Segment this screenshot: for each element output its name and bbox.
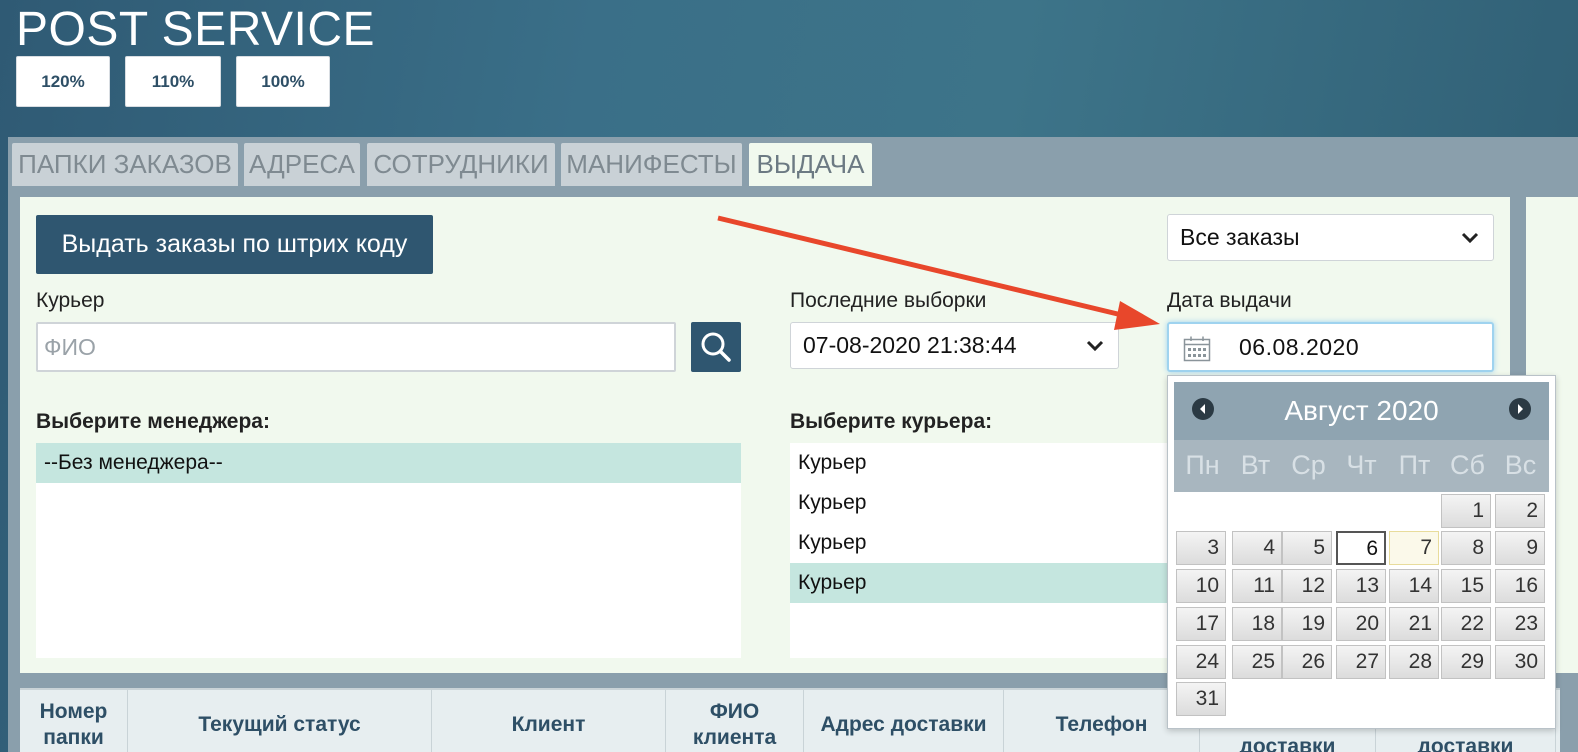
orders-filter-value: Все заказы — [1180, 224, 1300, 250]
arrow-right-icon — [1518, 404, 1523, 414]
calendar-day[interactable]: 23 — [1495, 607, 1545, 641]
search-button[interactable] — [691, 322, 741, 372]
courier-option[interactable]: Курьер — [790, 443, 1180, 483]
calendar-day[interactable]: 1 — [1441, 494, 1491, 528]
tab-employees[interactable]: СОТРУДНИКИ — [367, 143, 555, 186]
datepicker-popup: Август 2020 Пн Вт Ср Чт Пт Сб Вс 1234567… — [1167, 375, 1556, 729]
calendar-day[interactable]: 13 — [1336, 569, 1386, 603]
zoom-100-button[interactable]: 100% — [236, 56, 330, 107]
issue-by-barcode-button[interactable]: Выдать заказы по штрих коду — [36, 215, 433, 274]
tab-order-folders[interactable]: ПАПКИ ЗАКАЗОВ — [12, 143, 238, 186]
weekday-label: Пт — [1398, 450, 1431, 480]
calendar-day[interactable]: 14 — [1389, 569, 1439, 603]
courier-listbox[interactable]: Курьер Курьер Курьер Курьер — [790, 443, 1180, 658]
calendar-day[interactable]: 20 — [1336, 607, 1386, 641]
courier-option-selected[interactable]: Курьер — [790, 563, 1180, 603]
weekday-label: Пн — [1185, 450, 1220, 480]
calendar-day[interactable]: 5 — [1282, 531, 1332, 565]
calendar-day[interactable]: 19 — [1282, 607, 1332, 641]
calendar-day[interactable]: 12 — [1282, 569, 1332, 603]
calendar-day-selected[interactable]: 6 — [1336, 531, 1386, 565]
column-header-client-name[interactable]: ФИО клиента — [666, 690, 804, 752]
calendar-day[interactable]: 9 — [1495, 531, 1545, 565]
calendar-day[interactable]: 16 — [1495, 569, 1545, 603]
calendar-day[interactable]: 15 — [1441, 569, 1491, 603]
tab-manifests[interactable]: МАНИФЕСТЫ — [561, 143, 742, 186]
app-title: POST SERVICE — [16, 3, 376, 56]
calendar-header: Август 2020 — [1174, 382, 1549, 440]
last-selections-value: 07-08-2020 21:38:44 — [803, 332, 1017, 358]
orders-filter-select[interactable]: Все заказы — [1167, 214, 1494, 261]
calendar-month-title: Август 2020 — [1284, 395, 1439, 426]
calendar-day[interactable]: 4 — [1232, 531, 1282, 565]
calendar-weekdays: Пн Вт Ср Чт Пт Сб Вс — [1174, 440, 1549, 492]
manager-list-label: Выберите менеджера: — [36, 410, 270, 433]
zoom-120-button[interactable]: 120% — [16, 56, 110, 107]
column-header-client[interactable]: Клиент — [432, 690, 666, 752]
calendar-day[interactable]: 30 — [1495, 645, 1545, 679]
calendar-day[interactable]: 31 — [1176, 682, 1226, 716]
column-header-folder-number[interactable]: Номер папки — [20, 690, 128, 752]
prev-month-button[interactable] — [1192, 398, 1214, 420]
last-selections-select[interactable]: 07-08-2020 21:38:44 — [790, 322, 1119, 369]
last-selections-label: Последние выборки — [790, 289, 987, 312]
calendar-day[interactable]: 25 — [1232, 645, 1282, 679]
issue-date-value: 06.08.2020 — [1239, 333, 1360, 360]
calendar-day[interactable]: 27 — [1336, 645, 1386, 679]
calendar-day-highlighted[interactable]: 7 — [1389, 531, 1439, 565]
issue-date-input[interactable]: 06.08.2020 — [1167, 322, 1494, 372]
next-month-button[interactable] — [1509, 398, 1531, 420]
weekday-label: Ср — [1291, 450, 1326, 480]
courier-name-input[interactable]: ФИО — [36, 322, 676, 372]
weekday-label: Вс — [1504, 450, 1537, 480]
column-header-delivery-address[interactable]: Адрес доставки — [804, 690, 1004, 752]
search-icon — [701, 332, 731, 362]
arrow-left-icon — [1200, 404, 1205, 414]
weekday-label: Сб — [1450, 450, 1485, 480]
calendar-day[interactable]: 10 — [1176, 569, 1226, 603]
courier-name-placeholder: ФИО — [44, 333, 96, 360]
calendar-day[interactable]: 17 — [1176, 607, 1226, 641]
courier-label: Курьер — [36, 289, 105, 312]
calendar-day[interactable]: 18 — [1232, 607, 1282, 641]
calendar-day[interactable]: 24 — [1176, 645, 1226, 679]
tab-addresses[interactable]: АДРЕСА — [244, 143, 360, 186]
calendar-day[interactable]: 3 — [1176, 531, 1226, 565]
calendar-icon — [1183, 336, 1211, 362]
zoom-110-button[interactable]: 110% — [125, 56, 221, 107]
issue-date-label: Дата выдачи — [1167, 289, 1292, 312]
weekday-label: Вт — [1240, 450, 1271, 480]
calendar-day[interactable]: 22 — [1441, 607, 1491, 641]
calendar-day[interactable]: 21 — [1389, 607, 1439, 641]
courier-option[interactable]: Курьер — [790, 483, 1180, 523]
calendar-day[interactable]: 2 — [1495, 494, 1545, 528]
courier-list-label: Выберите курьера: — [790, 410, 993, 433]
column-header-status[interactable]: Текущий статус — [128, 690, 432, 752]
manager-listbox[interactable]: --Без менеджера-- — [36, 443, 741, 658]
calendar-day[interactable]: 29 — [1441, 645, 1491, 679]
tab-issuance[interactable]: ВЫДАЧА — [749, 143, 872, 186]
calendar-day[interactable]: 26 — [1282, 645, 1332, 679]
calendar-day[interactable]: 28 — [1389, 645, 1439, 679]
manager-option[interactable]: --Без менеджера-- — [36, 443, 741, 483]
weekday-label: Чт — [1346, 450, 1377, 480]
chevron-down-icon — [1086, 340, 1104, 351]
calendar-day[interactable]: 11 — [1232, 569, 1282, 603]
calendar-day[interactable]: 8 — [1441, 531, 1491, 565]
chevron-down-icon — [1461, 232, 1479, 243]
courier-option[interactable]: Курьер — [790, 523, 1180, 563]
